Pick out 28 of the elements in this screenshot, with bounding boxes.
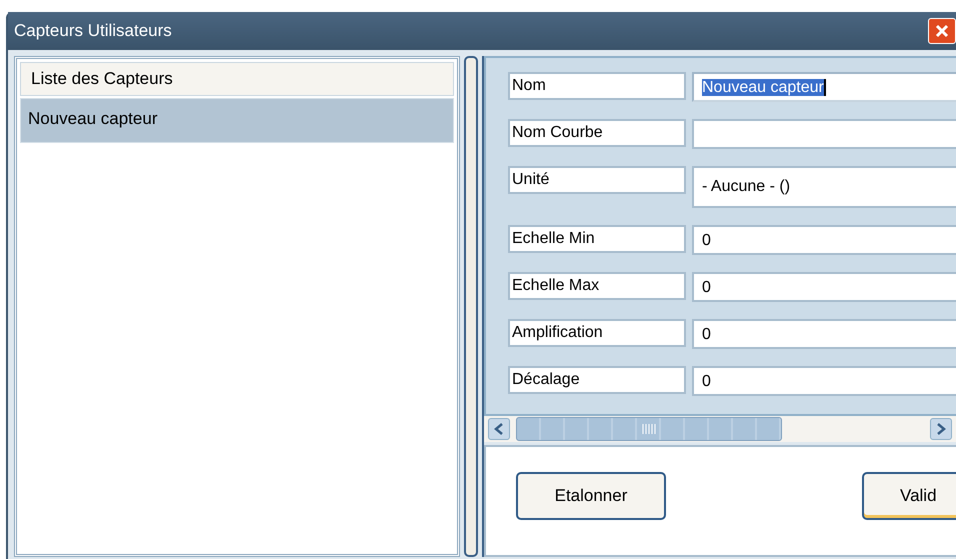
close-icon [934, 23, 950, 39]
input-field[interactable]: 0 [692, 319, 956, 349]
input-field[interactable]: 0 [692, 366, 956, 396]
left-chevron-icon [494, 423, 504, 435]
splitter-handle[interactable] [464, 56, 478, 557]
field-label: Amplification [508, 319, 686, 347]
unit-select-field[interactable]: - Aucune - () [692, 166, 956, 208]
input-field[interactable]: Nouveau capteur [692, 72, 956, 102]
sensor-list-item[interactable]: Nouveau capteur [20, 98, 454, 143]
field-label: Nom [508, 72, 686, 100]
validate-button[interactable]: Valid [862, 472, 956, 520]
field-label: Unité [508, 166, 686, 194]
field-label: Echelle Max [508, 272, 686, 300]
input-field[interactable]: 0 [692, 225, 956, 255]
field-label: Nom Courbe [508, 119, 686, 147]
list-header: Liste des Capteurs [20, 62, 454, 96]
field-label: Echelle Min [508, 225, 686, 253]
scroll-right-button[interactable] [930, 418, 952, 440]
scroll-thumb[interactable] [516, 417, 782, 441]
calibrate-button[interactable]: Etalonner [516, 472, 666, 520]
close-button[interactable] [928, 18, 956, 44]
grip-icon [642, 424, 656, 434]
field-label: Décalage [508, 366, 686, 394]
input-field[interactable] [692, 119, 956, 149]
window-title: Capteurs Utilisateurs [14, 21, 172, 41]
scroll-left-button[interactable] [488, 418, 510, 440]
input-field[interactable]: 0 [692, 272, 956, 302]
right-chevron-icon [936, 423, 946, 435]
